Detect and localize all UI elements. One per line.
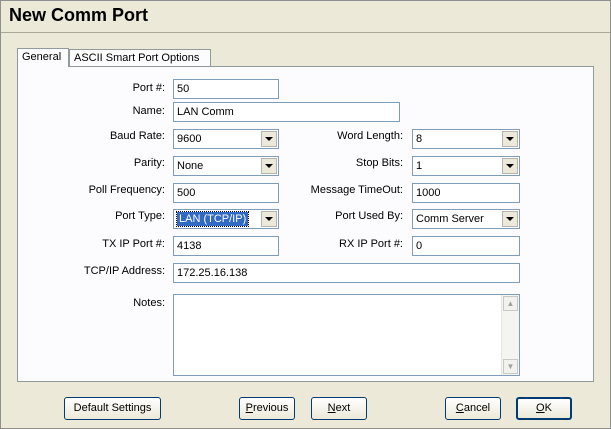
scroll-down-icon[interactable]: ▼ <box>503 359 518 374</box>
ok-label-rest: K <box>544 402 552 414</box>
port-type-value: LAN (TCP/IP) <box>175 211 250 227</box>
port-type-select[interactable]: LAN (TCP/IP) <box>173 209 279 229</box>
baud-rate-value: 9600 <box>177 133 202 145</box>
chevron-down-icon[interactable] <box>502 211 518 227</box>
tcpip-address-input[interactable]: 172.25.16.138 <box>173 263 520 283</box>
port-used-by-value: Comm Server <box>416 213 484 225</box>
word-length-value: 8 <box>416 133 423 145</box>
chevron-down-icon[interactable] <box>261 158 277 174</box>
port-num-input[interactable]: 50 <box>173 79 279 99</box>
stop-bits-select[interactable]: 1 <box>412 156 520 176</box>
parity-value: None <box>177 160 204 172</box>
message-timeout-input[interactable]: 1000 <box>412 183 520 203</box>
next-mnemonic: N <box>327 402 336 414</box>
cancel-label-rest: ancel <box>463 402 491 414</box>
port-num-label: Port #: <box>132 82 165 94</box>
parity-select[interactable]: None <box>173 156 279 176</box>
port-type-label: Port Type: <box>115 210 165 222</box>
next-button[interactable]: Next <box>311 397 367 420</box>
name-input[interactable]: LAN Comm <box>173 102 400 122</box>
word-length-select[interactable]: 8 <box>412 129 520 149</box>
chevron-down-icon[interactable] <box>502 158 518 174</box>
title-divider <box>1 32 610 33</box>
stop-bits-value: 1 <box>416 160 423 172</box>
notes-textarea[interactable]: ▲ ▼ <box>173 294 520 376</box>
notes-scrollbar[interactable]: ▲ ▼ <box>501 295 519 375</box>
tab-ascii-smart-port-options[interactable]: ASCII Smart Port Options <box>69 49 211 66</box>
tcpip-address-label: TCP/IP Address: <box>83 265 165 277</box>
tx-ip-port-label: TX IP Port #: <box>102 238 165 250</box>
previous-button[interactable]: Previous <box>239 397 295 420</box>
name-label: Name: <box>132 105 165 117</box>
previous-label-rest: revious <box>252 402 289 414</box>
stop-bits-label: Stop Bits: <box>355 157 403 169</box>
chevron-down-icon[interactable] <box>261 131 277 147</box>
dialog-title: New Comm Port <box>9 5 149 25</box>
previous-mnemonic: P <box>245 402 253 414</box>
cancel-button[interactable]: Cancel <box>445 397 501 420</box>
tab-general[interactable]: General <box>17 48 69 67</box>
parity-label: Parity: <box>133 157 165 169</box>
default-settings-button[interactable]: Default Settings <box>64 397 161 420</box>
poll-frequency-input[interactable]: 500 <box>173 183 279 203</box>
poll-frequency-label: Poll Frequency: <box>88 184 165 196</box>
next-label-rest: ext <box>335 402 351 414</box>
rx-ip-port-input[interactable]: 0 <box>412 236 520 256</box>
ok-mnemonic: O <box>536 402 545 414</box>
baud-rate-select[interactable]: 9600 <box>173 129 279 149</box>
notes-label: Notes: <box>133 297 165 309</box>
ok-button[interactable]: OK <box>516 397 572 420</box>
word-length-label: Word Length: <box>337 130 403 142</box>
chevron-down-icon[interactable] <box>502 131 518 147</box>
chevron-down-icon[interactable] <box>261 211 277 227</box>
scroll-up-icon[interactable]: ▲ <box>503 296 518 311</box>
rx-ip-port-label: RX IP Port #: <box>339 238 403 250</box>
baud-rate-label: Baud Rate: <box>109 130 165 142</box>
tx-ip-port-input[interactable]: 4138 <box>173 236 279 256</box>
new-comm-port-dialog: New Comm Port General ASCII Smart Port O… <box>0 0 611 429</box>
port-used-by-select[interactable]: Comm Server <box>412 209 520 229</box>
port-used-by-label: Port Used By: <box>335 210 403 222</box>
message-timeout-label: Message TimeOut: <box>310 184 403 196</box>
cancel-mnemonic: C <box>455 402 464 414</box>
